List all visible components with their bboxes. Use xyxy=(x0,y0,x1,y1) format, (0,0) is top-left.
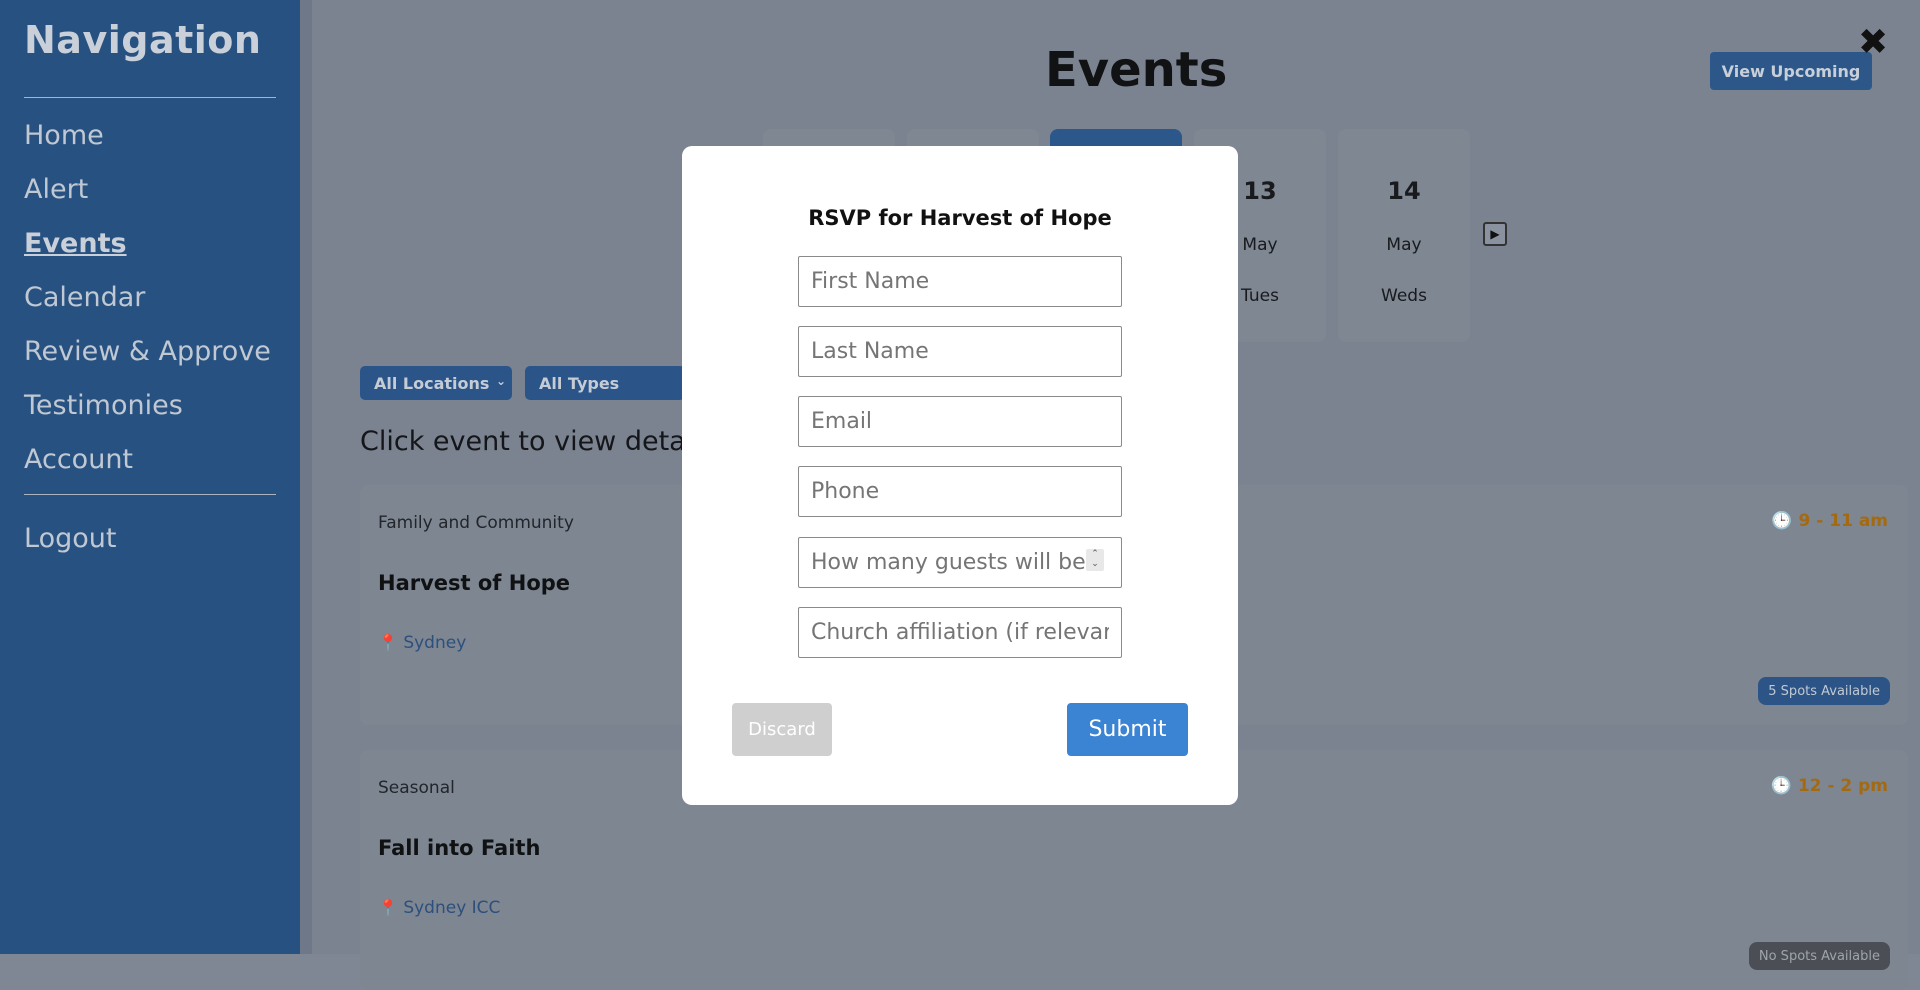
day-month: May xyxy=(1386,235,1422,255)
nav-title: Navigation xyxy=(24,18,262,62)
day-card[interactable]: 14 May Weds xyxy=(1338,129,1470,342)
type-filter-value: All Types xyxy=(539,373,620,393)
event-location: 📍 Sydney xyxy=(378,633,466,653)
sidebar-item-account[interactable]: Account xyxy=(24,444,133,475)
modal-title: RSVP for Harvest of Hope xyxy=(808,206,1112,230)
day-number: 14 xyxy=(1387,177,1421,205)
page-title: Events xyxy=(1045,42,1228,98)
event-time-text: 9 - 11 am xyxy=(1798,511,1888,531)
church-affiliation-field[interactable] xyxy=(798,607,1122,658)
sidebar-item-testimonies[interactable]: Testimonies xyxy=(24,390,183,421)
close-icon[interactable]: ✖ xyxy=(1858,22,1888,63)
nav-divider xyxy=(24,494,276,495)
rsvp-modal: RSVP for Harvest of Hope ⌃⌄ Discard Subm… xyxy=(682,146,1238,805)
phone-field[interactable] xyxy=(798,466,1122,517)
event-time-text: 12 - 2 pm xyxy=(1797,776,1888,796)
sidebar-item-events[interactable]: Events xyxy=(24,228,127,259)
event-name: Fall into Faith xyxy=(378,836,541,860)
event-location: 📍 Sydney ICC xyxy=(378,898,500,918)
type-filter-select[interactable]: All Types xyxy=(525,366,685,400)
view-upcoming-button[interactable]: View Upcoming xyxy=(1710,52,1872,90)
guests-count-field[interactable] xyxy=(798,537,1122,588)
event-category: Seasonal xyxy=(378,778,455,798)
event-location-text: Sydney ICC xyxy=(403,898,501,918)
email-field[interactable] xyxy=(798,396,1122,447)
next-days-arrow-icon[interactable]: ▶ xyxy=(1483,222,1507,246)
spots-badge: No Spots Available xyxy=(1748,942,1890,970)
event-time: 🕒 12 - 2 pm xyxy=(1771,776,1888,796)
location-pin-icon: 📍 xyxy=(378,633,398,652)
chevron-down-icon: ⌄ xyxy=(495,374,506,388)
sidebar-item-review-approve[interactable]: Review & Approve xyxy=(24,336,271,367)
discard-button[interactable]: Discard xyxy=(732,703,832,756)
submit-button[interactable]: Submit xyxy=(1067,703,1188,756)
first-name-field[interactable] xyxy=(798,256,1122,307)
sidebar-item-home[interactable]: Home xyxy=(24,120,104,151)
location-filter-value: All Locations xyxy=(374,373,490,393)
last-name-field[interactable] xyxy=(798,326,1122,377)
nav-divider xyxy=(24,97,276,98)
clock-icon: 🕒 xyxy=(1770,776,1792,796)
spots-badge: 5 Spots Available xyxy=(1758,677,1890,705)
sidebar: Navigation Home Alert Events Calendar Re… xyxy=(0,0,300,954)
sidebar-item-alert[interactable]: Alert xyxy=(24,174,88,205)
clock-icon: 🕒 xyxy=(1771,511,1793,531)
day-weekday: Weds xyxy=(1381,286,1427,306)
location-filter-select[interactable]: All Locations ⌄ xyxy=(360,366,512,400)
number-spinner-icon[interactable]: ⌃ ⌄ xyxy=(1086,549,1104,571)
location-pin-icon: 📍 xyxy=(378,898,398,917)
scroll-strip xyxy=(300,0,312,954)
event-name: Harvest of Hope xyxy=(378,571,571,595)
instruction-text: Click event to view details xyxy=(360,426,715,457)
event-time: 🕒 9 - 11 am xyxy=(1771,511,1888,531)
sidebar-item-calendar[interactable]: Calendar xyxy=(24,282,145,313)
event-category: Family and Community xyxy=(378,513,574,533)
event-location-text: Sydney xyxy=(403,633,467,653)
logout-link[interactable]: Logout xyxy=(24,523,116,554)
